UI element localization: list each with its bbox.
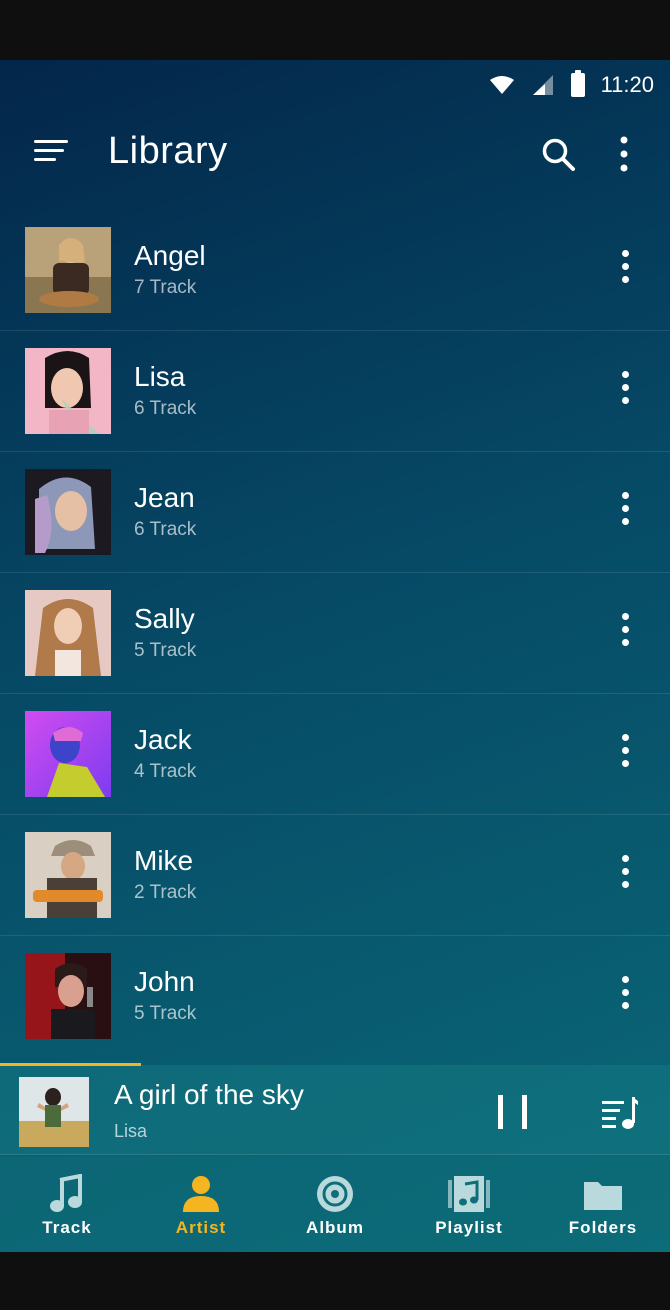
- artist-row[interactable]: Jack 4 Track: [0, 694, 670, 815]
- now-playing-artwork: [19, 1077, 89, 1147]
- more-options-icon: [622, 492, 630, 532]
- more-options-icon[interactable]: [612, 136, 636, 172]
- cellular-signal-icon: [532, 75, 553, 95]
- artist-track-count: 4 Track: [134, 761, 197, 782]
- battery-icon: [570, 70, 585, 97]
- artist-row[interactable]: Jean 6 Track: [0, 452, 670, 573]
- now-playing-artist: Lisa: [114, 1121, 148, 1141]
- more-options-icon: [622, 250, 630, 290]
- tab-track[interactable]: Track: [0, 1156, 134, 1252]
- artist-track-count: 6 Track: [134, 398, 197, 419]
- artist-row[interactable]: Lisa 6 Track: [0, 331, 670, 452]
- tab-playlist[interactable]: Playlist: [402, 1156, 536, 1252]
- artist-name: Lisa: [134, 361, 186, 392]
- row-more-button[interactable]: [614, 734, 638, 774]
- pause-icon: [498, 1095, 503, 1129]
- artist-photo: [25, 469, 111, 555]
- more-options-icon: [622, 371, 630, 411]
- pause-button[interactable]: [496, 1095, 532, 1131]
- now-playing-title: A girl of the sky: [114, 1079, 304, 1110]
- playlist-icon: [448, 1176, 490, 1212]
- artist-name: Sally: [134, 603, 195, 634]
- folder-icon: [584, 1182, 622, 1210]
- artist-photo: [25, 348, 111, 434]
- status-bar: 11:20: [489, 70, 654, 100]
- artist-name: Jean: [134, 482, 195, 513]
- artist-row[interactable]: Mike 2 Track: [0, 815, 670, 936]
- row-more-button[interactable]: [614, 976, 638, 1016]
- artist-row[interactable]: John 5 Track: [0, 936, 670, 1057]
- menu-icon: [34, 140, 68, 143]
- tab-label: Folders: [568, 1218, 638, 1237]
- wifi-icon: [489, 76, 514, 94]
- device-top-bezel: [0, 0, 670, 60]
- artist-track-count: 2 Track: [134, 882, 197, 903]
- artist-photo: [25, 227, 111, 313]
- app-header: Library: [0, 122, 670, 182]
- menu-icon-line: [34, 158, 56, 161]
- bottom-tab-bar: Track Artist Album Playlist Folders: [0, 1156, 670, 1252]
- queue-icon[interactable]: [600, 1095, 640, 1131]
- now-playing-bar[interactable]: A girl of the sky Lisa: [0, 1063, 670, 1155]
- artist-track-count: 6 Track: [134, 519, 197, 540]
- search-icon[interactable]: [540, 136, 576, 172]
- disc-icon: [317, 1176, 353, 1212]
- more-options-icon: [622, 855, 630, 895]
- tab-album[interactable]: Album: [268, 1156, 402, 1252]
- menu-icon-line: [34, 149, 64, 152]
- row-more-button[interactable]: [614, 613, 638, 653]
- music-note-icon: [50, 1174, 82, 1212]
- artist-name: John: [134, 966, 195, 997]
- tab-label: Track: [42, 1218, 92, 1237]
- artist-photo: [25, 711, 111, 797]
- more-options-icon: [622, 613, 630, 653]
- tab-artist[interactable]: Artist: [134, 1156, 268, 1252]
- artist-row[interactable]: Sally 5 Track: [0, 573, 670, 694]
- artist-track-count: 5 Track: [134, 640, 197, 661]
- artist-track-count: 7 Track: [134, 277, 197, 298]
- artist-photo: [25, 832, 111, 918]
- artist-photo: [25, 953, 111, 1039]
- menu-button[interactable]: [34, 140, 68, 166]
- tab-label: Album: [306, 1218, 364, 1237]
- page-title: Library: [108, 130, 228, 172]
- row-more-button[interactable]: [614, 371, 638, 411]
- artist-name: Angel: [134, 240, 206, 271]
- app-screen: 11:20 Library Angel 7 Track Lisa 6 Track…: [0, 60, 670, 1252]
- more-options-icon: [622, 734, 630, 774]
- row-more-button[interactable]: [614, 250, 638, 290]
- person-icon: [183, 1176, 219, 1212]
- tab-folders[interactable]: Folders: [536, 1156, 670, 1252]
- playback-progress[interactable]: [0, 1063, 141, 1066]
- more-options-icon: [622, 976, 630, 1016]
- artist-name: Mike: [134, 845, 194, 876]
- tab-label: Playlist: [435, 1218, 503, 1237]
- row-more-button[interactable]: [614, 855, 638, 895]
- artist-photo: [25, 590, 111, 676]
- artist-row[interactable]: Angel 7 Track: [0, 210, 670, 331]
- artist-name: Jack: [134, 724, 192, 755]
- artist-list: Angel 7 Track Lisa 6 Track Jean 6 Track …: [0, 210, 670, 1057]
- tab-label: Artist: [175, 1218, 227, 1237]
- pause-icon-bar: [522, 1095, 527, 1129]
- artist-track-count: 5 Track: [134, 1003, 197, 1024]
- status-time: 11:20: [600, 72, 654, 97]
- row-more-button[interactable]: [614, 492, 638, 532]
- device-bottom-bezel: [0, 1252, 670, 1310]
